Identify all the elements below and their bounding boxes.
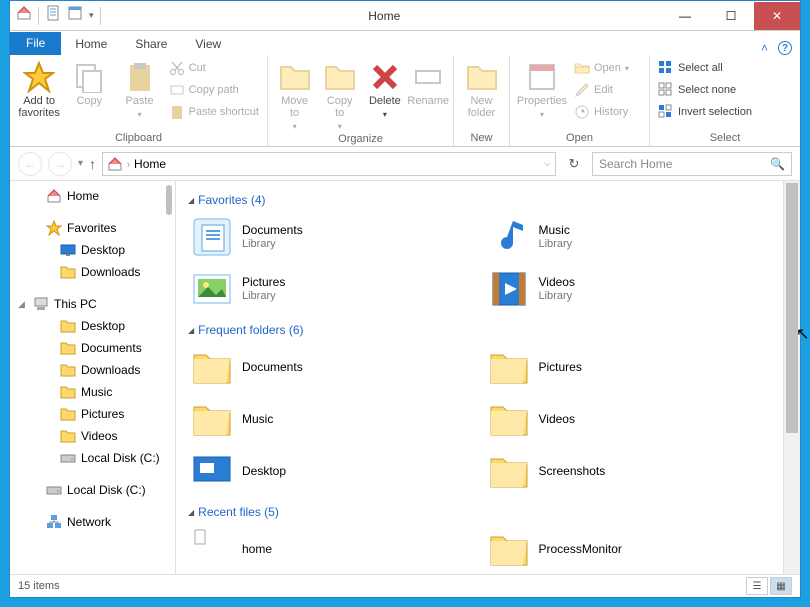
invert-selection-button[interactable]: Invert selection (654, 101, 756, 123)
tab-view[interactable]: View (181, 33, 235, 55)
breadcrumb[interactable]: Home (134, 157, 166, 171)
window-title: Home (107, 9, 662, 23)
recent-locations-button[interactable]: ▾ (78, 158, 83, 169)
frequent-item[interactable]: Pictures (485, 343, 772, 391)
qat-home-icon[interactable] (16, 5, 32, 26)
copy-button[interactable]: Copy (64, 57, 114, 107)
paste-shortcut-button[interactable]: Paste shortcut (165, 101, 263, 123)
nav-home[interactable]: Home (10, 185, 175, 207)
paste-button[interactable]: Paste▾ (114, 57, 164, 121)
select-none-button[interactable]: Select none (654, 79, 756, 101)
search-icon: 🔍 (770, 157, 785, 171)
favorite-item[interactable]: VideosLibrary (485, 265, 772, 313)
frequent-item[interactable]: Desktop (188, 447, 475, 495)
recent-item[interactable]: home (188, 525, 475, 573)
move-to-button[interactable]: Move to▾ (272, 57, 317, 133)
select-group-label: Select (654, 132, 796, 146)
tab-file[interactable]: File (10, 32, 61, 55)
nav-this-pc[interactable]: ◢This PC (10, 293, 175, 315)
open-group-label: Open (514, 132, 645, 146)
address-bar[interactable]: › Home ⌵ (102, 152, 556, 176)
view-details-button[interactable]: ☰ (746, 577, 768, 595)
refresh-button[interactable]: ↻ (562, 152, 586, 176)
qat-dropdown[interactable]: ▾ (89, 10, 94, 21)
nav-pc-music[interactable]: Music (10, 381, 175, 403)
search-input[interactable]: Search Home 🔍 (592, 152, 792, 176)
favorites-header[interactable]: Favorites (4) (188, 193, 771, 207)
organize-group-label: Organize (272, 133, 449, 147)
frequent-header[interactable]: Frequent folders (6) (188, 323, 771, 337)
select-all-button[interactable]: Select all (654, 57, 756, 79)
qat-newfile-icon[interactable] (45, 5, 61, 26)
favorite-item[interactable]: DocumentsLibrary (188, 213, 475, 261)
nav-pc-pictures[interactable]: Pictures (10, 403, 175, 425)
frequent-item[interactable]: Documents (188, 343, 475, 391)
view-icons-button[interactable]: ▦ (770, 577, 792, 595)
frequent-item[interactable]: Music (188, 395, 475, 443)
status-item-count: 15 items (18, 580, 60, 592)
add-to-favorites-button[interactable]: Add to favorites (14, 57, 64, 119)
edit-button[interactable]: Edit (570, 79, 633, 101)
navigation-pane[interactable]: Home Favorites Desktop Downloads ◢This P… (10, 181, 176, 574)
ribbon-collapse-icon[interactable]: ˄ (761, 41, 768, 55)
content-pane[interactable]: Favorites (4) DocumentsLibraryMusicLibra… (176, 181, 783, 574)
qat-props-icon[interactable] (67, 5, 83, 26)
close-button[interactable]: ✕ (754, 2, 800, 30)
forward-button[interactable]: → (48, 152, 72, 176)
nav-pc-desktop[interactable]: Desktop (10, 315, 175, 337)
nav-local-c[interactable]: Local Disk (C:) (10, 479, 175, 501)
favorite-item[interactable]: MusicLibrary (485, 213, 772, 261)
nav-pc-documents[interactable]: Documents (10, 337, 175, 359)
up-button[interactable]: ↑ (89, 156, 96, 172)
open-button[interactable]: Open ▾ (570, 57, 633, 79)
nav-pc-downloads[interactable]: Downloads (10, 359, 175, 381)
nav-desktop[interactable]: Desktop (10, 239, 175, 261)
nav-network[interactable]: Network (10, 511, 175, 533)
home-icon (107, 156, 123, 172)
tab-share[interactable]: Share (121, 33, 181, 55)
help-icon[interactable]: ? (778, 41, 792, 55)
clipboard-group-label: Clipboard (14, 132, 263, 146)
history-button[interactable]: History (570, 101, 633, 123)
frequent-item[interactable]: Screenshots (485, 447, 772, 495)
rename-button[interactable]: Rename (407, 57, 449, 107)
delete-button[interactable]: Delete▾ (362, 57, 407, 121)
nav-pc-videos[interactable]: Videos (10, 425, 175, 447)
copy-to-button[interactable]: Copy to▾ (317, 57, 362, 133)
nav-pc-local-c[interactable]: Local Disk (C:) (10, 447, 175, 469)
copy-path-button[interactable]: Copy path (165, 79, 263, 101)
frequent-item[interactable]: Videos (485, 395, 772, 443)
tab-home[interactable]: Home (61, 33, 121, 55)
maximize-button[interactable]: ☐ (708, 2, 754, 30)
new-folder-button[interactable]: New folder (458, 57, 505, 119)
new-group-label: New (458, 132, 505, 146)
nav-downloads[interactable]: Downloads (10, 261, 175, 283)
recent-item[interactable]: ProcessMonitor (485, 525, 772, 573)
vertical-scrollbar[interactable] (783, 181, 800, 574)
recent-header[interactable]: Recent files (5) (188, 505, 771, 519)
cut-button[interactable]: Cut (165, 57, 263, 79)
nav-favorites[interactable]: Favorites (10, 217, 175, 239)
back-button[interactable]: ← (18, 152, 42, 176)
minimize-button[interactable]: — (662, 2, 708, 30)
favorite-item[interactable]: PicturesLibrary (188, 265, 475, 313)
properties-button[interactable]: Properties▾ (514, 57, 570, 121)
